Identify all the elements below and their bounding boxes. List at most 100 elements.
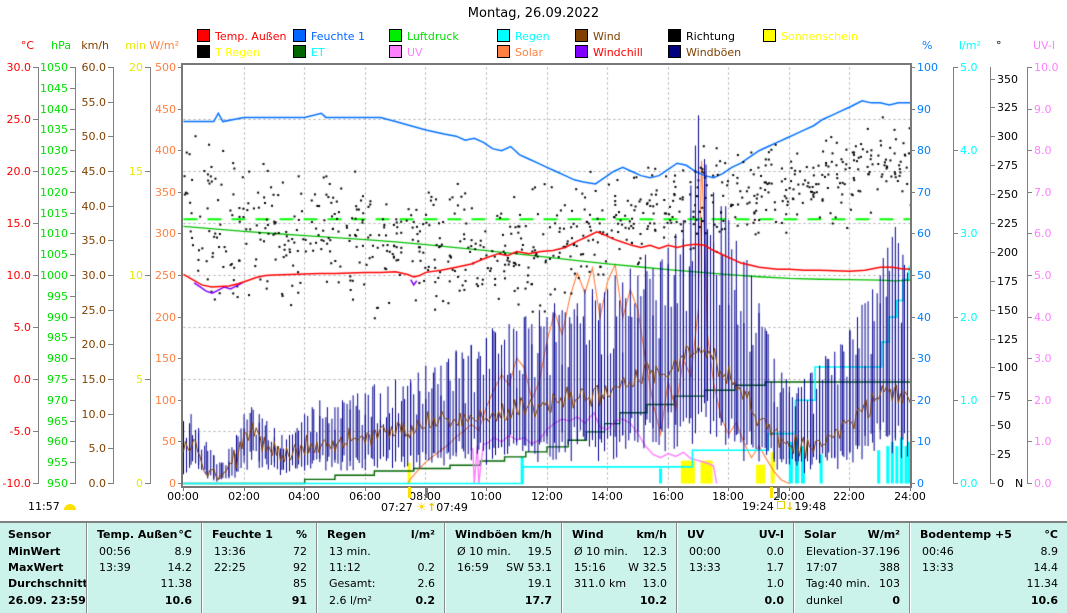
table-label-column: SensorMinWertMaxWertDurchschnitt26.09. 2…: [0, 523, 86, 613]
axis-tick-label: 6.0: [1034, 228, 1067, 239]
table-group-title: Temp. Außen: [97, 527, 177, 542]
table-row: Durchschnitt: [0, 576, 86, 591]
table-row: 13:33 1.7: [677, 560, 794, 575]
table-row: 2.6 l/m²0.2: [317, 593, 445, 608]
axis-tick: [1027, 441, 1032, 442]
legend-swatch-icon: [293, 45, 306, 58]
sunrise-tick: [408, 487, 411, 498]
axis-unit-uvi: UV-I: [1033, 40, 1067, 51]
axis-tick-label: 10: [917, 436, 961, 447]
table-cell-value: 19.5: [528, 544, 553, 559]
table-row: 26.09. 23:59: [0, 593, 86, 608]
table-row: 15:16W 32.5: [562, 560, 677, 575]
axis-tick-label: 0: [132, 478, 176, 489]
axis-tick-label: 125: [997, 334, 1041, 345]
table-row: Tag:40 min.103: [794, 576, 910, 591]
x-tick-label: 24:00: [888, 490, 932, 503]
sunrise-marker: 07:27 ☀↑07:49: [381, 500, 468, 514]
table-cell-value: SW 53.1: [506, 560, 552, 575]
table-row: Ø 10 min. 19.5: [445, 544, 562, 559]
table-cell-time: 16:59: [457, 560, 489, 575]
legend-swatch-icon: [668, 29, 681, 42]
table-group-unit: km/h: [636, 527, 667, 542]
axis-tick: [990, 252, 995, 253]
axis-north-label: N: [1015, 478, 1023, 489]
axis-tick: [1027, 483, 1032, 484]
chart-title: Montag, 26.09.2022: [0, 6, 1067, 21]
table-row: 19.1: [445, 576, 562, 591]
axis-tick: [33, 119, 38, 120]
table-cell-value: -37.196: [858, 544, 900, 559]
table-cell-value: 14.2: [168, 560, 193, 575]
solar-noon-marker: 11:57: [28, 500, 76, 513]
axis-tick-label: 50: [132, 436, 176, 447]
sunset-start-time: 19:24: [742, 500, 774, 513]
axis-tick-label: 3.0: [1034, 353, 1067, 364]
table-cell-value: 1.7: [767, 560, 785, 575]
axis-tick-label: 300: [132, 228, 176, 239]
table-cell-value: 72: [293, 544, 307, 559]
table-group-windb-en: Windböenkm/hØ 10 min.19.516:59SW 53.119.…: [444, 523, 562, 613]
axis-tick-label: 10.0: [1034, 62, 1067, 73]
legend-swatch-icon: [763, 29, 776, 42]
axis-tick: [145, 171, 150, 172]
axis-tick: [1027, 358, 1032, 359]
table-cell-value: 17.7: [525, 593, 552, 608]
axis-tick: [70, 192, 75, 193]
legend-swatch-icon: [497, 29, 510, 42]
weather-day-chart-window: Montag, 26.09.2022 Temp. AußenFeuchte 1L…: [0, 0, 1067, 613]
table-group-uv: UVUV-I00:000.013:331.71.00.0: [676, 523, 794, 613]
axis-tick: [70, 441, 75, 442]
table-cell-time: 13:33: [689, 560, 721, 575]
axis-tick-label: 9.0: [1034, 104, 1067, 115]
legend-item-t-regen: T Regen: [197, 45, 260, 58]
axis-tick-label: 100: [132, 395, 176, 406]
axis-tick: [990, 281, 995, 282]
axis-tick: [145, 379, 150, 380]
axis-tick: [70, 88, 75, 89]
axis-tick: [1027, 317, 1032, 318]
legend-label: Sonnenschein: [781, 30, 858, 43]
table-cell-time: Elevation: [806, 544, 857, 559]
axis-tick: [990, 223, 995, 224]
table-cell-value: 85: [293, 576, 307, 591]
axis-tick: [990, 79, 995, 80]
table-row-label: MaxWert: [8, 560, 63, 575]
axis-tick-label: 5.0: [960, 62, 1004, 73]
table-cell-value: 91: [292, 593, 307, 608]
table-group-title: UV: [687, 527, 704, 542]
axis-tick: [990, 107, 995, 108]
table-row: 10.6: [87, 593, 202, 608]
table-cell-time: Ø 10 min.: [457, 544, 511, 559]
table-group-header: Temp. Außen°C: [87, 527, 202, 542]
table-group-unit: l/m²: [411, 527, 435, 542]
axis-line-lm2: [953, 67, 954, 484]
table-group-title: Wind: [572, 527, 604, 542]
legend-label: UV: [407, 46, 423, 59]
table-cell-value: 11.38: [161, 576, 193, 591]
axis-tick-label: 350: [997, 74, 1041, 85]
legend-item-richtung: Richtung: [668, 29, 735, 42]
x-tick-label: 22:00: [827, 490, 871, 503]
axis-tick-label: 0.0: [1034, 478, 1067, 489]
legend-swatch-icon: [389, 29, 402, 42]
table-cell-value: 0.2: [416, 593, 436, 608]
table-group-title: Windböen: [455, 527, 517, 542]
legend-swatch-icon: [197, 29, 210, 42]
sunset-end-time: 19:48: [794, 500, 826, 513]
axis-tick: [953, 400, 958, 401]
legend-label: Windchill: [593, 46, 643, 59]
sun-set-icon: [777, 501, 785, 509]
axis-tick: [990, 339, 995, 340]
table-cell-value: 12.3: [643, 544, 668, 559]
table-group-header: Wind km/h: [562, 527, 677, 542]
table-group-unit: W/m²: [868, 527, 900, 542]
table-row: Gesamt:2.6: [317, 576, 445, 591]
table-cell-value: 103: [879, 576, 900, 591]
table-row: 00:000.0: [677, 544, 794, 559]
axis-tick: [70, 462, 75, 463]
axis-tick: [108, 310, 113, 311]
table-row-label: 26.09. 23:59: [8, 593, 86, 608]
plot-canvas: [181, 63, 912, 488]
table-group-temp-au-en: Temp. Außen°C00:568.913:3914.211.3810.6: [86, 523, 202, 613]
